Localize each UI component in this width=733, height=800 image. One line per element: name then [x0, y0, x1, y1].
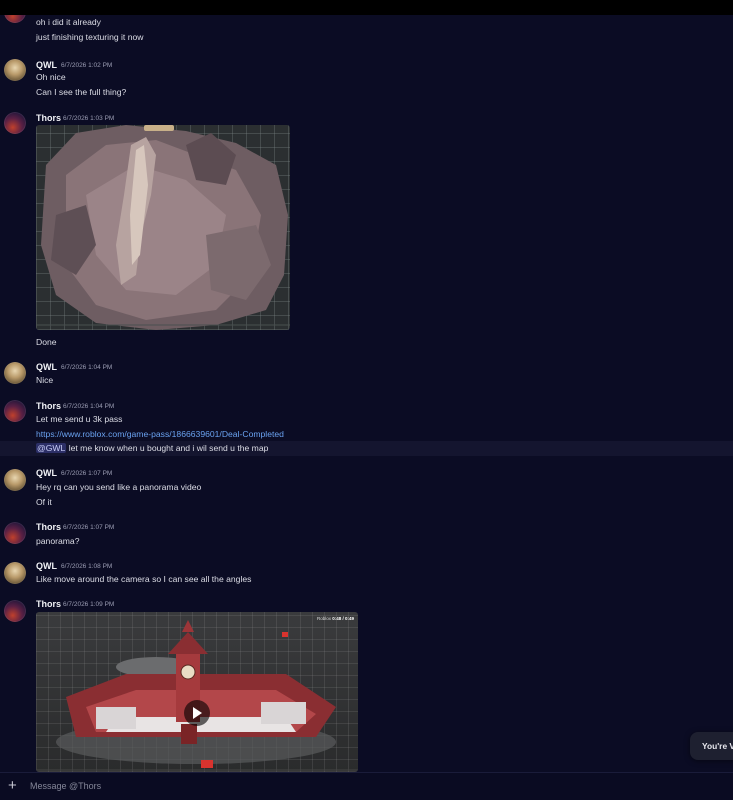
author-name[interactable]: QWL — [36, 561, 57, 571]
timestamp: 6/7/2026 1:08 PM — [61, 563, 113, 570]
message-text: panorama? — [36, 536, 80, 546]
message-input[interactable] — [30, 777, 690, 795]
video-overlay-label: Roblox 0:48 / 0:49 — [317, 616, 354, 621]
plus-icon[interactable]: + — [8, 778, 17, 793]
message-text: Can I see the full thing? — [36, 87, 127, 97]
author-name[interactable]: Thors — [36, 599, 61, 609]
timestamp: 6/7/2026 1:07 PM — [63, 524, 115, 531]
message-text: Of it — [36, 497, 52, 507]
game-pass-link[interactable]: https://www.roblox.com/game-pass/1866639… — [36, 429, 284, 439]
mention-highlight-row: @GWL let me know when u bought and i wil… — [0, 441, 733, 456]
avatar[interactable] — [4, 562, 26, 584]
message-text: Done — [36, 337, 57, 347]
video-attachment[interactable]: Roblox 0:48 / 0:49 — [36, 612, 358, 772]
message-text: Let me send u 3k pass — [36, 414, 123, 424]
message-text: Oh nice — [36, 72, 66, 82]
avatar[interactable] — [4, 112, 26, 134]
image-attachment[interactable] — [36, 125, 290, 330]
message-composer: + — [0, 772, 733, 800]
message-text: Hey rq can you send like a panorama vide… — [36, 482, 202, 492]
timestamp: 6/7/2026 1:04 PM — [63, 403, 115, 410]
avatar[interactable] — [4, 522, 26, 544]
message-text: @GWL let me know when u bought and i wil… — [36, 443, 268, 453]
message-text: Nice — [36, 375, 54, 385]
message-text: oh i did it already — [36, 17, 101, 27]
notification-toast[interactable]: You're Vi — [690, 732, 733, 760]
author-name[interactable]: Thors — [36, 522, 61, 532]
author-name[interactable]: QWL — [36, 60, 57, 70]
avatar[interactable] — [4, 15, 26, 23]
video-overlay-counter: 0:48 / 0:49 — [332, 616, 354, 621]
timestamp: 6/7/2026 1:04 PM — [61, 364, 113, 371]
video-overlay-source: Roblox — [316, 616, 331, 621]
author-name[interactable]: Thors — [36, 113, 61, 123]
rock-model-image — [36, 125, 290, 330]
timestamp: 6/7/2026 1:07 PM — [61, 470, 113, 477]
top-bar — [0, 0, 733, 15]
shrine-model-video-frame — [36, 620, 358, 771]
avatar[interactable] — [4, 362, 26, 384]
author-name[interactable]: QWL — [36, 468, 57, 478]
user-mention[interactable]: @GWL — [36, 443, 67, 453]
avatar[interactable] — [4, 600, 26, 622]
mention-message-text: let me know when u bought and i wil send… — [66, 443, 269, 453]
author-name[interactable]: Thors — [36, 401, 61, 411]
author-name[interactable]: QWL — [36, 362, 57, 372]
avatar[interactable] — [4, 59, 26, 81]
play-button[interactable] — [184, 700, 210, 726]
avatar[interactable] — [4, 400, 26, 422]
message-text: Like move around the camera so I can see… — [36, 574, 252, 584]
timestamp: 6/7/2026 1:02 PM — [61, 62, 113, 69]
timestamp: 6/7/2026 1:03 PM — [63, 115, 115, 122]
play-icon — [193, 707, 202, 719]
message-text: just finishing texturing it now — [36, 32, 144, 42]
timestamp: 6/7/2026 1:09 PM — [63, 601, 115, 608]
avatar[interactable] — [4, 469, 26, 491]
message-list: oh i did it already just finishing textu… — [0, 15, 733, 772]
